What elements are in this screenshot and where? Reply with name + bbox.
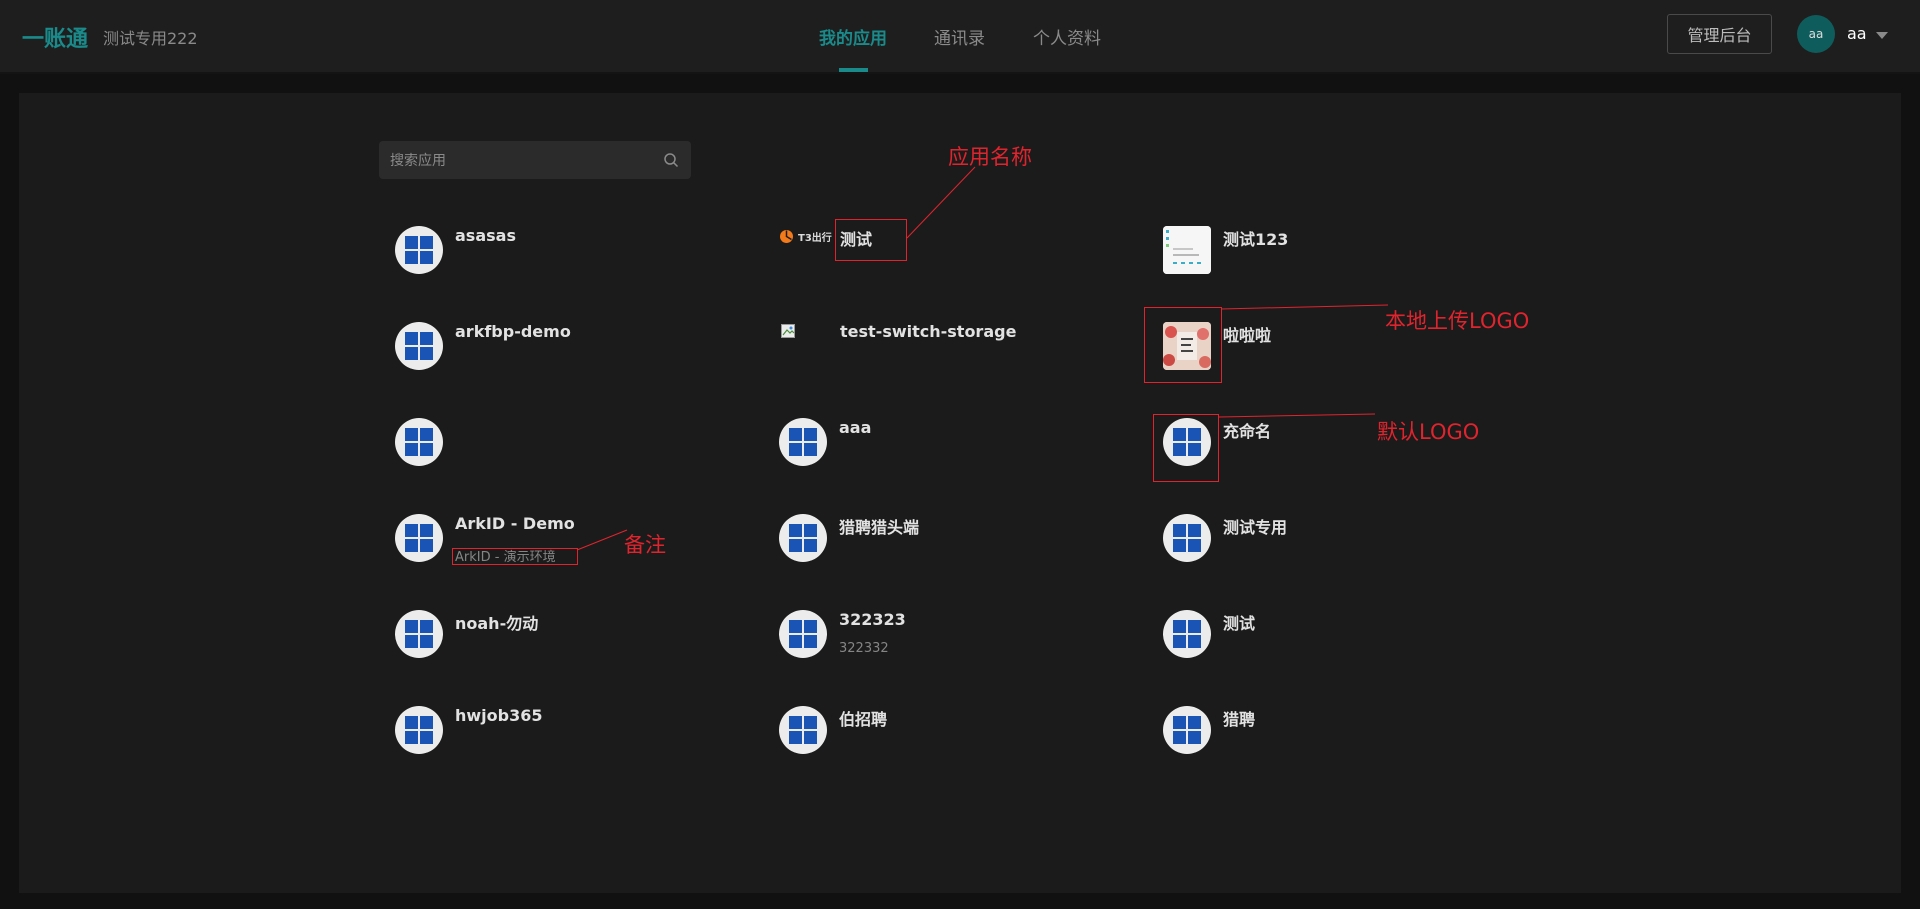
- windows-logo-icon: [395, 322, 443, 370]
- app-name: 测试: [1223, 614, 1256, 633]
- windows-logo-icon: [779, 706, 827, 754]
- uploaded-logo-image: [1163, 226, 1211, 274]
- app-name: 啦啦啦: [1223, 326, 1272, 345]
- app-name: 测试123: [1223, 230, 1289, 249]
- app-tile[interactable]: 测试: [1163, 610, 1493, 662]
- t3-brand-logo-icon: T3出行: [779, 226, 839, 246]
- app-name: aaa: [839, 418, 872, 437]
- windows-logo-icon: [1163, 610, 1211, 658]
- app-name: 测试专用: [1223, 518, 1288, 537]
- windows-logo-icon: [395, 514, 443, 562]
- app-name: test-switch-storage: [840, 322, 1017, 341]
- app-tile[interactable]: 322323 322332: [779, 610, 1109, 662]
- search-icon[interactable]: [663, 152, 679, 168]
- broken-image-icon: [781, 324, 799, 340]
- search-box[interactable]: [379, 141, 691, 179]
- main-panel: [19, 93, 1901, 893]
- app-tile[interactable]: T3出行 测试: [779, 226, 1109, 278]
- app-name: hwjob365: [455, 706, 543, 725]
- search-input[interactable]: [388, 149, 642, 173]
- admin-console-button[interactable]: 管理后台: [1667, 14, 1772, 54]
- annotation-box-app-name: [835, 219, 907, 261]
- nav-contacts[interactable]: 通讯录: [934, 24, 985, 49]
- top-header: 一账通 测试专用222 我的应用 通讯录 个人资料 管理后台 aa aa: [0, 0, 1920, 74]
- nav-my-apps[interactable]: 我的应用: [819, 24, 887, 49]
- app-name: 充命名: [1223, 422, 1272, 441]
- brand-logo[interactable]: 一账通: [22, 21, 88, 53]
- app-tile[interactable]: 测试专用: [1163, 514, 1493, 566]
- annotation-box-remark: [452, 548, 578, 565]
- app-tile[interactable]: 伯招聘: [779, 706, 1109, 758]
- app-tile[interactable]: asasas: [395, 226, 725, 278]
- windows-logo-icon: [1163, 514, 1211, 562]
- chevron-down-icon[interactable]: [1876, 32, 1888, 39]
- app-tile[interactable]: hwjob365: [395, 706, 725, 758]
- windows-logo-icon: [395, 706, 443, 754]
- annotation-remark: 备注: [624, 533, 666, 557]
- windows-logo-icon: [395, 610, 443, 658]
- annotation-local-logo: 本地上传LOGO: [1385, 309, 1530, 333]
- windows-logo-icon: [779, 418, 827, 466]
- app-name: 伯招聘: [839, 710, 888, 729]
- nav-active-indicator: [839, 68, 868, 72]
- app-name: noah-勿动: [455, 614, 539, 633]
- app-name: arkfbp-demo: [455, 322, 571, 341]
- app-tile[interactable]: [395, 418, 725, 470]
- app-name: 猎聘: [1223, 710, 1256, 729]
- app-tile[interactable]: aaa: [779, 418, 1109, 470]
- windows-logo-icon: [395, 226, 443, 274]
- app-note: 322332: [839, 641, 889, 656]
- annotation-app-name: 应用名称: [948, 145, 1032, 169]
- app-tile[interactable]: noah-勿动: [395, 610, 725, 662]
- app-name: 猎聘猎头端: [839, 518, 920, 537]
- app-name: 322323: [839, 610, 906, 629]
- windows-logo-icon: [395, 418, 443, 466]
- app-tile[interactable]: 猎聘猎头端: [779, 514, 1109, 566]
- org-name: 测试专用222: [103, 29, 198, 48]
- annotation-box-default-logo: [1153, 414, 1219, 482]
- app-tile[interactable]: 猎聘: [1163, 706, 1493, 758]
- windows-logo-icon: [1163, 706, 1211, 754]
- windows-logo-icon: [779, 610, 827, 658]
- t3-logo-text: T3出行: [798, 232, 832, 244]
- windows-logo-icon: [779, 514, 827, 562]
- username[interactable]: aa: [1847, 24, 1867, 43]
- avatar[interactable]: aa: [1797, 15, 1835, 53]
- app-tile[interactable]: 测试123: [1163, 226, 1493, 278]
- app-name: asasas: [455, 226, 516, 245]
- app-name: ArkID - Demo: [455, 514, 575, 533]
- app-tile[interactable]: test-switch-storage: [779, 322, 1109, 374]
- annotation-box-local-logo: [1144, 307, 1222, 383]
- app-tile[interactable]: arkfbp-demo: [395, 322, 725, 374]
- nav-profile[interactable]: 个人资料: [1033, 24, 1101, 49]
- annotation-default-logo: 默认LOGO: [1377, 420, 1480, 444]
